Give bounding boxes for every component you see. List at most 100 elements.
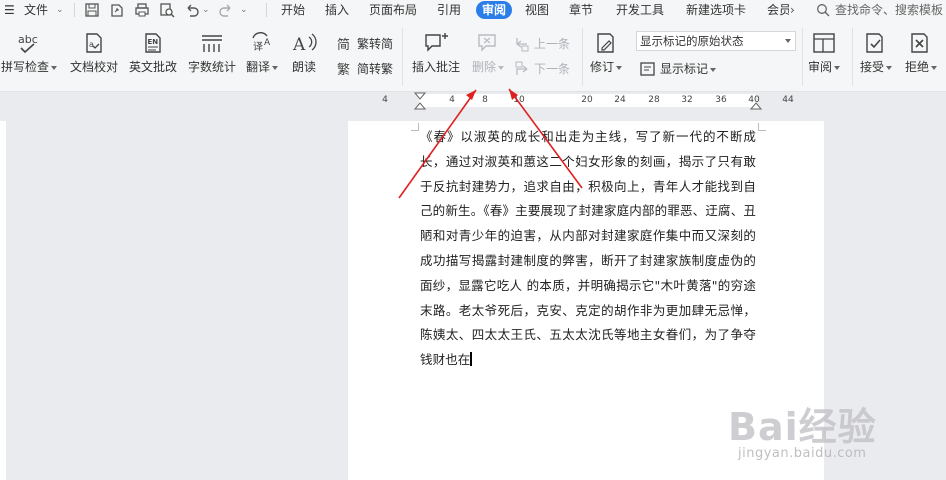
ruler-tick-label: 40	[748, 95, 760, 105]
tab-member[interactable]: 会员	[767, 0, 789, 20]
accept-button[interactable]: 接受	[856, 32, 896, 75]
tab-chapter[interactable]: 章节	[569, 0, 593, 20]
translate-icon: 译A	[252, 32, 271, 53]
divider	[266, 3, 267, 17]
read-aloud-label: 朗读	[291, 60, 316, 74]
caret-down-icon	[834, 65, 840, 70]
insert-comment-label: 插入批注	[411, 60, 460, 74]
body-paragraph: 《春》以淑英的成长和出走为主线，写了新一代的不断成长，通过对淑英和蕙这二个妇女形…	[420, 129, 756, 368]
export-icon[interactable]	[109, 2, 125, 18]
tab-home[interactable]: 开始	[281, 0, 305, 20]
margin-corner-mark	[411, 123, 419, 131]
first-line-indent-marker[interactable]	[414, 92, 426, 110]
read-aloud-icon: A	[292, 33, 317, 54]
ruler-tick-label: 4	[449, 95, 455, 105]
accept-label: 接受	[859, 60, 884, 74]
print-icon[interactable]	[134, 2, 150, 18]
watermark-url: jingyan.baidu.com	[738, 446, 867, 461]
caret-down-icon	[51, 65, 57, 70]
simp-to-trad-icon: 繁	[337, 62, 350, 77]
track-changes-icon	[597, 33, 614, 53]
previous-comment-button[interactable]: 上一条	[514, 34, 578, 54]
trad-to-simp-button[interactable]: 简 繁转简	[337, 34, 397, 54]
read-aloud-button[interactable]: A 朗读	[286, 32, 322, 75]
ruler-tick-label: 10	[513, 95, 525, 105]
document-body[interactable]: 《春》以淑英的成长和出走为主线，写了新一代的不断成长，通过对淑英和蕙这二个妇女形…	[420, 125, 756, 373]
caret-down-icon	[616, 65, 622, 70]
markup-display-value: 显示标记的原始状态	[640, 34, 744, 48]
redo-icon[interactable]	[218, 2, 234, 18]
caret-down-icon	[785, 39, 791, 43]
show-markup-button[interactable]: 显示标记	[640, 59, 730, 79]
previous-comment-icon	[516, 38, 529, 52]
english-review-label: 英文批改	[128, 60, 177, 74]
file-menu[interactable]: 文件	[24, 0, 48, 20]
trad-to-simp-icon: 简	[337, 37, 350, 52]
translate-label: 翻译	[245, 60, 270, 74]
markup-display-select[interactable]: 显示标记的原始状态	[636, 31, 796, 51]
menu-icon[interactable]: ☰	[4, 0, 15, 20]
word-count-button[interactable]: 字数统计	[186, 32, 238, 75]
tab-new[interactable]: 新建选项卡	[686, 0, 746, 20]
undo-icon[interactable]	[184, 2, 200, 18]
english-review-button[interactable]: EN 英文批改	[126, 32, 180, 75]
insert-comment-button[interactable]: 插入批注	[408, 32, 464, 75]
caret-down-icon	[272, 65, 278, 70]
track-changes-button[interactable]: 修订	[586, 32, 626, 75]
show-markup-icon	[640, 62, 655, 76]
print-preview-icon[interactable]	[159, 2, 175, 18]
svg-text:A: A	[292, 35, 306, 54]
insert-comment-icon	[425, 33, 448, 52]
divider	[74, 3, 75, 17]
tab-references[interactable]: 引用	[437, 0, 461, 20]
ruler-tick-label: 44	[782, 95, 794, 105]
search-icon[interactable]	[816, 3, 830, 17]
delete-comment-button[interactable]: 删除	[468, 32, 508, 75]
save-icon[interactable]	[84, 2, 100, 18]
tab-review[interactable]: 审阅	[476, 1, 513, 19]
spell-check-label: 拼写检查	[0, 60, 49, 74]
simp-to-trad-button[interactable]: 繁 简转繁	[337, 59, 397, 79]
menu-bar: ☰ 文件 ⌄ ⌄ ⌄ 开始 插入 页面布局 引用 审阅 视图 章节 开发工具 新…	[0, 0, 946, 20]
ruler-tick-label: 28	[648, 95, 660, 105]
reject-icon	[911, 33, 928, 53]
tab-view[interactable]: 视图	[525, 0, 549, 20]
word-count-icon	[202, 35, 222, 52]
tab-developer[interactable]: 开发工具	[616, 0, 664, 20]
trad-to-simp-label: 繁转简	[357, 37, 394, 51]
doc-proof-label: 文档校对	[69, 60, 118, 74]
review-pane-button[interactable]: 审阅	[804, 32, 844, 75]
svg-text:A: A	[264, 38, 271, 48]
svg-text:a: a	[89, 40, 94, 49]
track-changes-label: 修订	[589, 60, 614, 74]
tab-page-layout[interactable]: 页面布局	[369, 0, 417, 20]
accept-icon	[866, 33, 883, 53]
translate-button[interactable]: 译A 翻译	[244, 32, 280, 75]
chevron-down-icon[interactable]: ⌄	[240, 0, 248, 20]
horizontal-ruler[interactable]: 4 4 8 10 20 24 28 32 36 40 44	[0, 92, 946, 110]
tab-insert[interactable]: 插入	[325, 0, 349, 20]
next-comment-button[interactable]: 下一条	[514, 59, 578, 79]
chevron-right-icon[interactable]: ›	[790, 0, 795, 20]
margin-corner-mark	[758, 123, 766, 131]
spell-check-button[interactable]: abc 拼写检查	[0, 32, 58, 75]
chevron-down-icon[interactable]: ⌄	[202, 0, 210, 20]
chevron-down-icon[interactable]: ⌄	[56, 0, 64, 20]
next-label: 下一条	[534, 62, 571, 76]
command-search-input[interactable]: 查找命令、搜索模板	[835, 0, 946, 20]
review-pane-icon	[813, 33, 835, 53]
svg-text:EN: EN	[148, 38, 159, 46]
ruler-tick-label: 36	[715, 95, 727, 105]
review-ribbon: abc 拼写检查 a 文档校对 EN 英文批改 字数统计 译A 翻译 A 朗读 …	[0, 20, 946, 92]
reject-button[interactable]: 拒绝	[900, 32, 942, 75]
caret-down-icon	[931, 65, 937, 70]
delete-label: 删除	[471, 60, 496, 74]
doc-proof-button[interactable]: a 文档校对	[68, 32, 120, 75]
divider	[582, 28, 583, 86]
review-pane-label: 审阅	[807, 60, 832, 74]
reject-label: 拒绝	[904, 60, 929, 74]
delete-comment-icon	[478, 34, 496, 52]
show-markup-label: 显示标记	[660, 62, 709, 76]
divider	[402, 28, 403, 86]
svg-text:abc: abc	[18, 33, 38, 46]
